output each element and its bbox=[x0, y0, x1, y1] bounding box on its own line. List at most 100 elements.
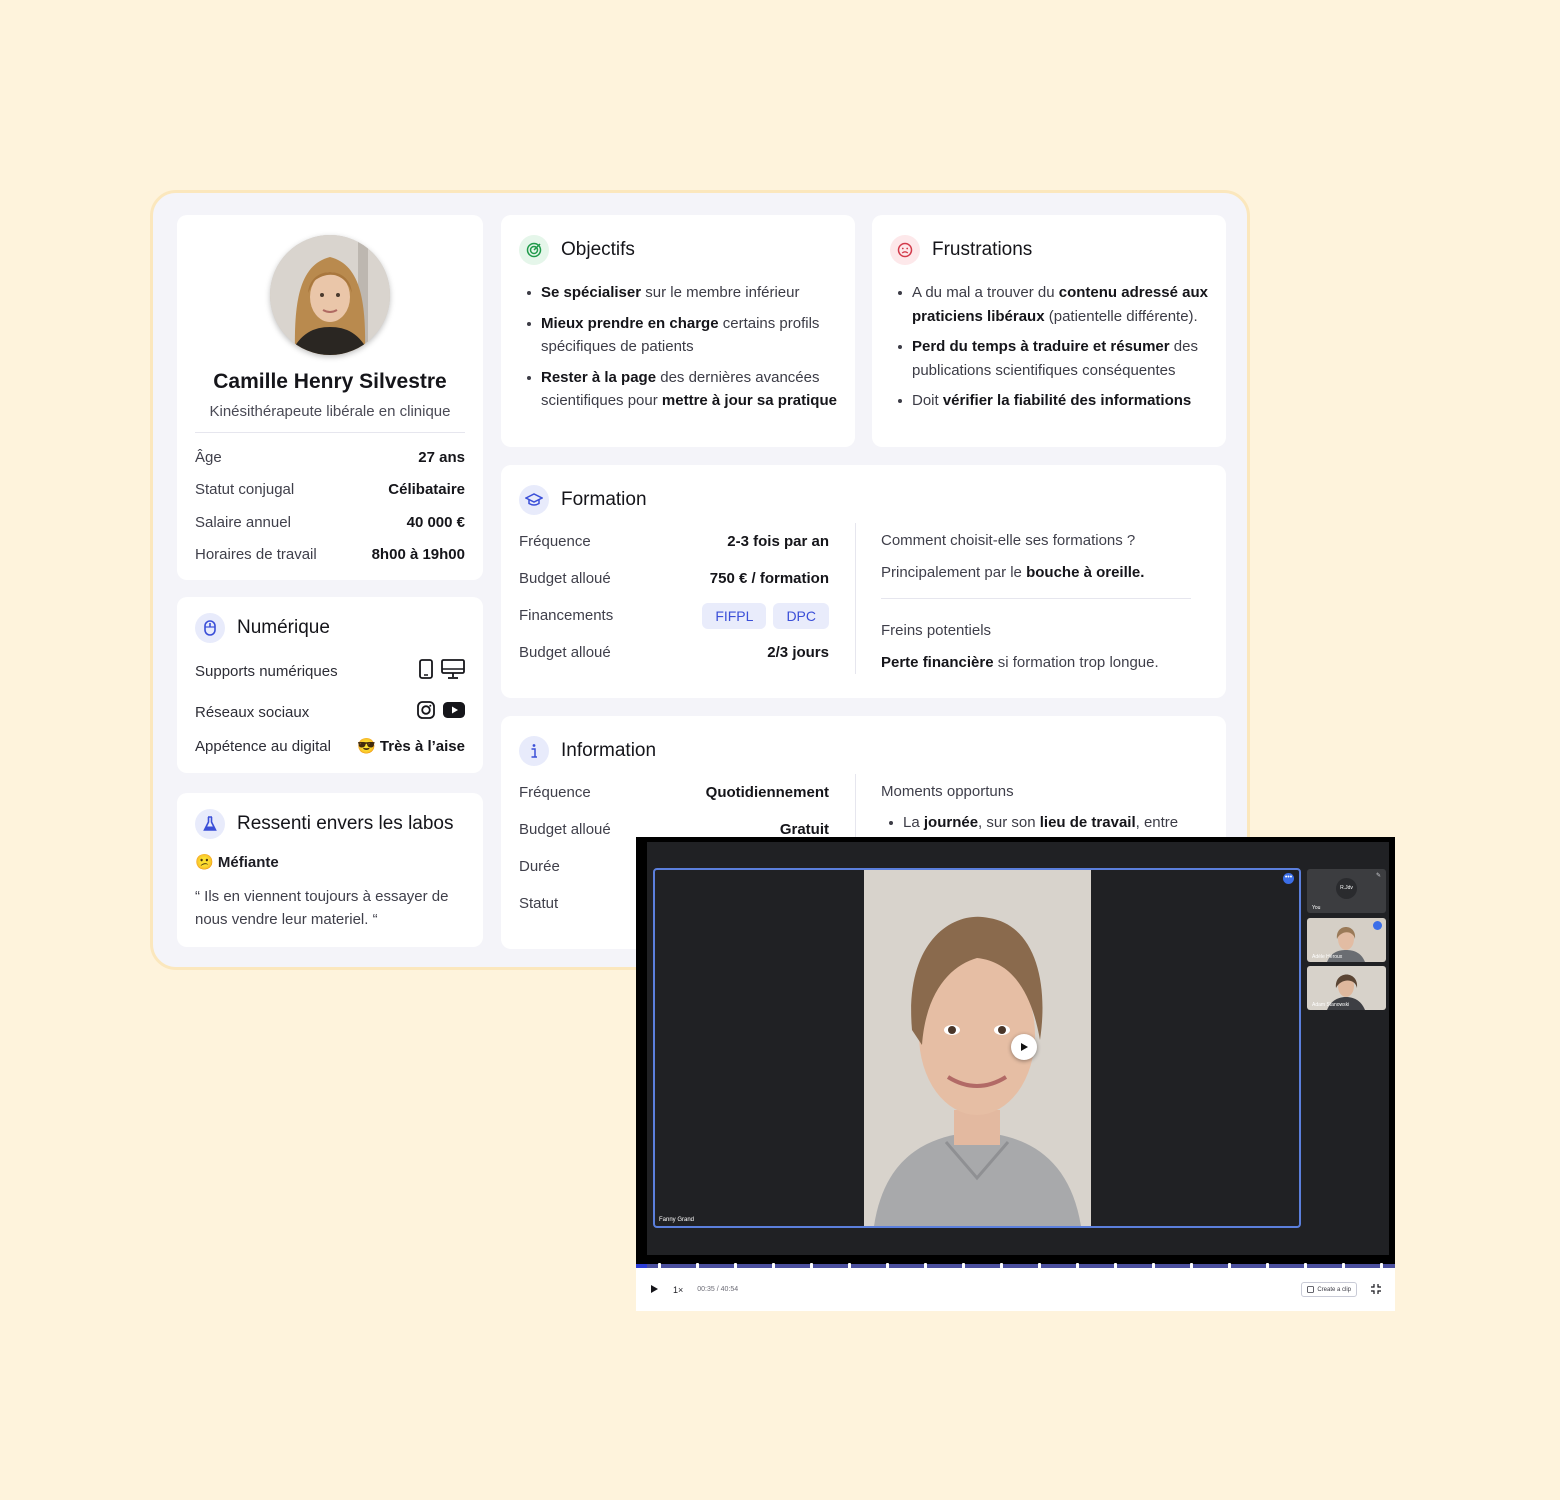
clip-icon bbox=[1307, 1286, 1315, 1293]
section-title: Frustrations bbox=[890, 235, 1208, 265]
numerique-card: Numérique Supports numériques Réseaux so… bbox=[177, 597, 483, 773]
video-player[interactable]: ••• Fanny Grand R.Jdv ✎ You Adèle Héroux… bbox=[636, 837, 1395, 1311]
play-button[interactable] bbox=[650, 1281, 659, 1299]
row-value: 2-3 fois par an bbox=[727, 533, 829, 550]
row-label: Fréquence bbox=[519, 784, 591, 801]
target-icon bbox=[519, 235, 549, 265]
you-initials: R.Jdv bbox=[1336, 878, 1357, 899]
text: si formation trop longue. bbox=[993, 654, 1159, 671]
list-item: La journée, sur son lieu de travail, ent… bbox=[881, 811, 1208, 835]
flask-icon bbox=[195, 809, 225, 839]
participant-thumb-2[interactable]: Adèle Héroux bbox=[1307, 918, 1386, 962]
section-title-text: Information bbox=[561, 740, 657, 761]
speed-button[interactable]: 1× bbox=[673, 1285, 683, 1295]
row-label: Supports numériques bbox=[195, 662, 338, 680]
main-video-tile[interactable]: ••• Fanny Grand bbox=[653, 868, 1301, 1228]
list-item: Se spécialiser sur le membre inférieur bbox=[519, 281, 837, 305]
row-label: Budget alloué bbox=[519, 644, 611, 661]
freins-label: Freins potentiels bbox=[881, 622, 992, 639]
row-value: 750 € / formation bbox=[709, 570, 829, 587]
participant-name: Fanny Grand bbox=[659, 1217, 695, 1223]
desktop-icon bbox=[441, 659, 465, 683]
speaking-icon bbox=[1373, 921, 1382, 930]
section-title-text: Ressenti envers les labos bbox=[237, 813, 454, 834]
bold-text: vérifier la fiabilité des informations bbox=[942, 392, 1192, 409]
divider bbox=[881, 598, 1191, 599]
section-title-text: Numérique bbox=[237, 617, 330, 638]
row-label: Fréquence bbox=[519, 533, 591, 550]
appetence-row: Appétence au digital 😎 Très à l’aise bbox=[195, 737, 465, 756]
formation-row-budget: Budget alloué 750 € / formation bbox=[519, 560, 829, 597]
row-value: 2/3 jours bbox=[767, 644, 829, 661]
profile-card: Camille Henry Silvestre Kinésithérapeute… bbox=[177, 215, 483, 580]
text: sur le membre inférieur bbox=[641, 284, 800, 301]
objectifs-card: Objectifs Se spécialiser sur le membre i… bbox=[501, 215, 855, 447]
quote: “ Ils en viennent toujours à essayer de … bbox=[195, 888, 449, 928]
sentiment: 😕 Méfiante bbox=[195, 853, 465, 871]
smartphone-icon bbox=[419, 659, 433, 683]
supports-row: Supports numériques bbox=[195, 659, 465, 683]
text: , entre bbox=[1135, 814, 1179, 831]
profile-row-marital-status: Statut conjugal Célibataire bbox=[195, 474, 465, 507]
section-title-text: Frustrations bbox=[932, 239, 1033, 260]
bold-text: Se spécialiser bbox=[541, 284, 642, 301]
player-controls: 1× 00:35 / 40:54 Create a clip bbox=[636, 1268, 1395, 1311]
tag-dpc: DPC bbox=[773, 602, 829, 629]
profile-row-age: Âge 27 ans bbox=[195, 441, 465, 474]
freins-value: Perte financière si formation trop longu… bbox=[881, 651, 1208, 674]
bold-text: Mieux prendre en charge bbox=[541, 314, 719, 332]
bold-text: mettre à jour sa pratique bbox=[661, 392, 837, 409]
pin-icon: ✎ bbox=[1375, 873, 1381, 879]
tag-fifpl: FIFPL bbox=[702, 602, 767, 629]
play-icon bbox=[1021, 1043, 1028, 1051]
section-title-text: Objectifs bbox=[561, 239, 635, 260]
create-clip-label: Create a clip bbox=[1317, 1286, 1351, 1293]
frustrations-card: Frustrations A du mal a trouver du conte… bbox=[872, 215, 1226, 447]
sentiment-text: Méfiante bbox=[217, 854, 279, 871]
emoji: 😕 bbox=[195, 854, 214, 871]
row-label: Durée bbox=[519, 858, 560, 875]
profile-role: Kinésithérapeute libérale en clinique bbox=[209, 403, 451, 420]
row-value: 27 ans bbox=[418, 448, 465, 466]
profile-name: Camille Henry Silvestre bbox=[213, 370, 447, 393]
row-label: Réseaux sociaux bbox=[195, 703, 310, 721]
row-label: Âge bbox=[195, 448, 222, 466]
formation-row-financements: Financements FIFPL DPC bbox=[519, 597, 829, 634]
row-label: Budget alloué bbox=[519, 570, 611, 587]
row-value: Célibataire bbox=[388, 481, 465, 499]
participant-name: Adèle Héroux bbox=[1312, 954, 1343, 960]
list-item: Mieux prendre en charge certains profils… bbox=[519, 312, 837, 359]
more-options-icon[interactable]: ••• bbox=[1283, 873, 1294, 884]
play-overlay-button[interactable] bbox=[1011, 1034, 1037, 1060]
row-value: 8h00 à 19h00 bbox=[371, 546, 465, 564]
appetence-value: 😎 Très à l’aise bbox=[357, 737, 465, 755]
section-title: Information bbox=[519, 736, 1208, 766]
bold-text: Perd du temps à traduire et résumer bbox=[912, 338, 1170, 355]
participant-name: Adam Stanowski bbox=[1312, 1002, 1350, 1008]
bold-text: journée bbox=[923, 814, 979, 831]
text: Doit bbox=[912, 392, 943, 409]
instagram-icon bbox=[417, 701, 435, 723]
meeting-view: ••• Fanny Grand R.Jdv ✎ You Adèle Héroux… bbox=[647, 842, 1389, 1255]
participant-name: You bbox=[1312, 905, 1321, 911]
participant-thumb-3[interactable]: Adam Stanowski bbox=[1307, 966, 1386, 1010]
row-label: Salaire annuel bbox=[195, 513, 291, 531]
create-clip-button[interactable]: Create a clip bbox=[1301, 1282, 1357, 1297]
participant-thumb-you[interactable]: R.Jdv ✎ You bbox=[1307, 869, 1386, 913]
youtube-icon bbox=[443, 702, 465, 722]
profile-row-hours: Horaires de travail 8h00 à 19h00 bbox=[195, 539, 465, 572]
formation-row-duree: Budget alloué 2/3 jours bbox=[519, 634, 829, 671]
speaker-video bbox=[864, 870, 1091, 1226]
section-title-text: Formation bbox=[561, 489, 647, 510]
list-item: A du mal a trouver du contenu adressé au… bbox=[890, 281, 1208, 328]
text: A du mal a trouver du bbox=[912, 284, 1059, 301]
play-icon bbox=[651, 1284, 658, 1293]
moments-label: Moments opportuns bbox=[881, 783, 1014, 800]
text: La bbox=[903, 814, 924, 831]
row-label: Budget alloué bbox=[519, 821, 611, 838]
list-item: Perd du temps à traduire et résumer des … bbox=[890, 335, 1208, 382]
section-title: Objectifs bbox=[519, 235, 837, 265]
bold-text: lieu de travail bbox=[1039, 814, 1136, 831]
row-label: Statut bbox=[519, 895, 559, 912]
exit-fullscreen-button[interactable] bbox=[1371, 1281, 1381, 1299]
